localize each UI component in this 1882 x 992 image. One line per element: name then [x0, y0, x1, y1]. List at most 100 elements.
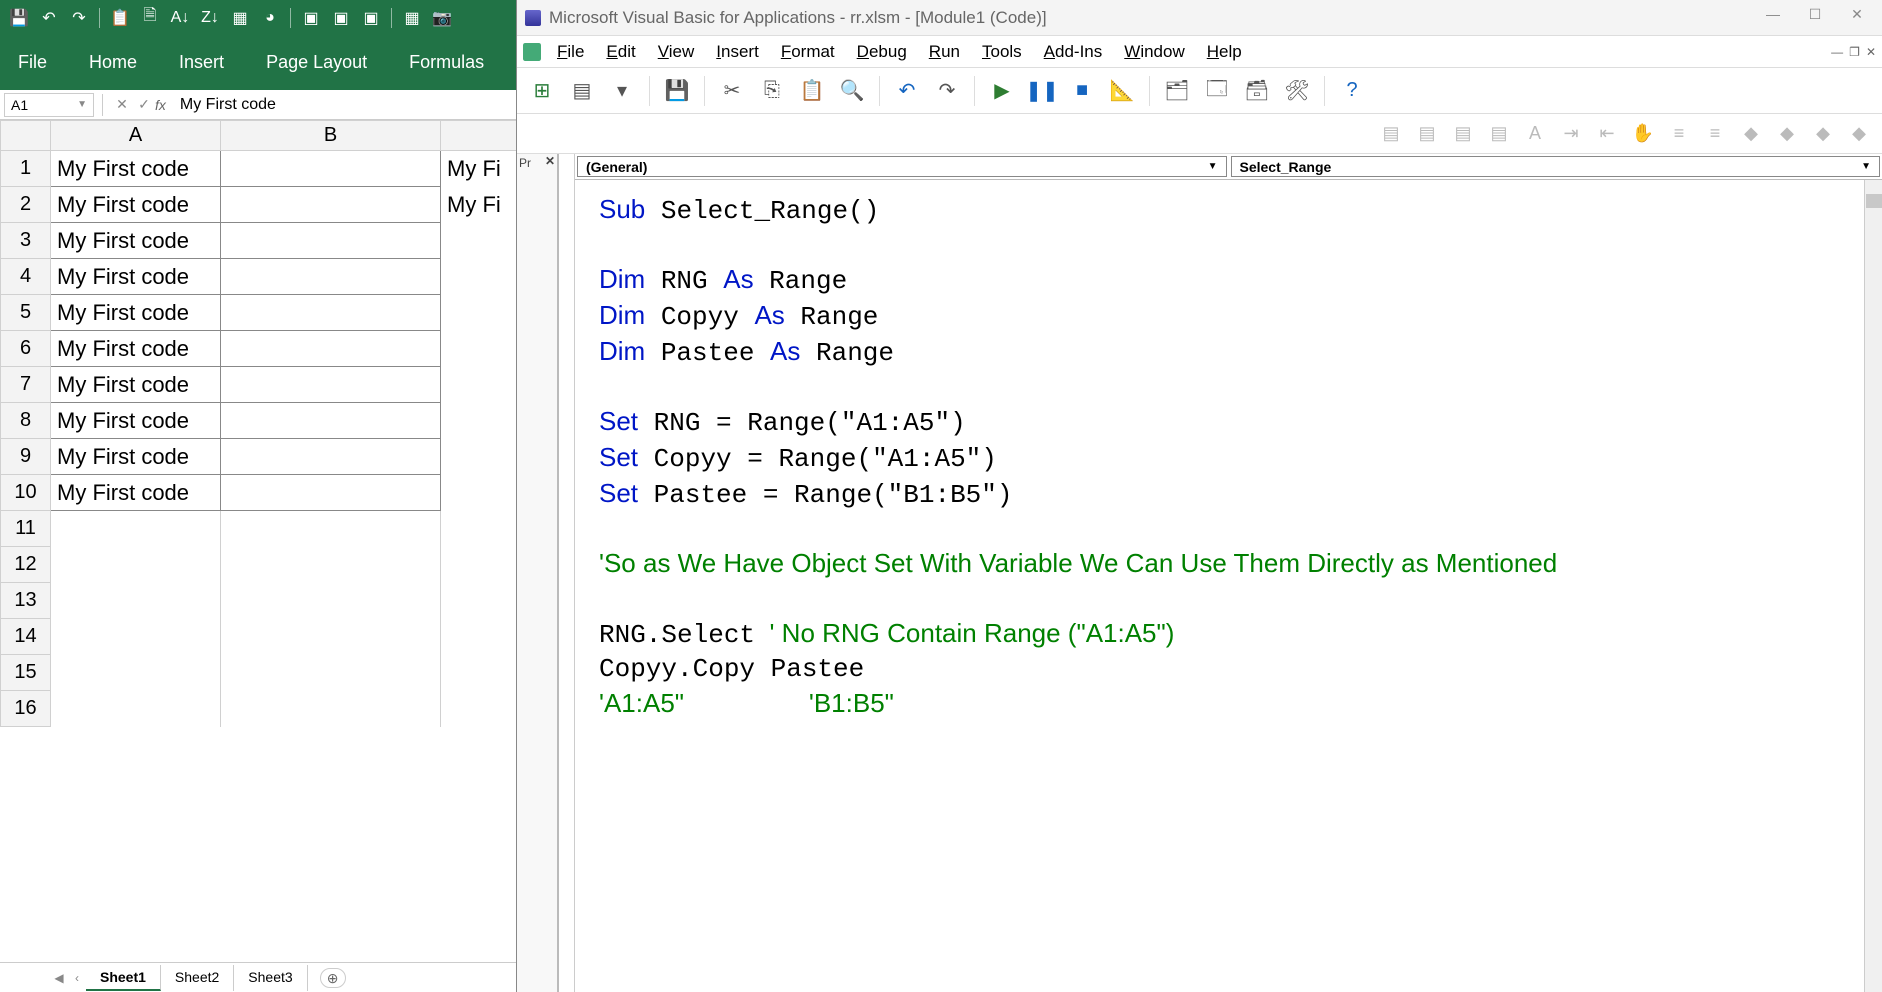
quick-info-icon[interactable]: ▤: [1448, 119, 1478, 149]
save-icon[interactable]: 💾: [660, 74, 694, 108]
cell[interactable]: [221, 547, 441, 583]
project-explorer-icon[interactable]: 🗂: [1160, 74, 1194, 108]
cell[interactable]: [221, 295, 441, 331]
row-header[interactable]: 7: [1, 367, 51, 403]
macro-security-icon[interactable]: ▣: [358, 5, 384, 31]
row-header[interactable]: 5: [1, 295, 51, 331]
menu-help[interactable]: Help: [1197, 38, 1252, 66]
cell[interactable]: My First code: [51, 367, 221, 403]
row-header[interactable]: 8: [1, 403, 51, 439]
next-bookmark-icon[interactable]: ◆: [1772, 119, 1802, 149]
cell[interactable]: [221, 475, 441, 511]
indent-icon[interactable]: ⇥: [1556, 119, 1586, 149]
cancel-icon[interactable]: ✕: [111, 96, 133, 113]
properties-icon[interactable]: 🗔: [1200, 74, 1234, 108]
chevron-down-icon[interactable]: ▼: [77, 99, 87, 110]
reset-icon[interactable]: ■: [1065, 74, 1099, 108]
cell[interactable]: [221, 187, 441, 223]
bookmark-icon[interactable]: ◆: [1736, 119, 1766, 149]
cell[interactable]: [221, 331, 441, 367]
find-icon[interactable]: 🔍: [835, 74, 869, 108]
clipboard-icon[interactable]: 📋: [107, 5, 133, 31]
row-header[interactable]: 12: [1, 547, 51, 583]
new-doc-icon[interactable]: 🗎: [137, 5, 163, 31]
cell[interactable]: [51, 511, 221, 547]
camera-icon[interactable]: 📷: [429, 5, 455, 31]
code-editor[interactable]: Sub Select_Range() Dim RNG As Range Dim …: [575, 180, 1882, 992]
fx-icon[interactable]: fx: [155, 97, 166, 113]
insert-module-icon[interactable]: ▤: [565, 74, 599, 108]
ribbon-tab-page-layout[interactable]: Page Layout: [258, 48, 375, 77]
prev-bookmark-icon[interactable]: ◆: [1808, 119, 1838, 149]
param-info-icon[interactable]: ▤: [1484, 119, 1514, 149]
breakpoint-icon[interactable]: ✋: [1628, 119, 1658, 149]
tab-prev-icon[interactable]: ‹: [68, 971, 86, 985]
sort-desc-icon[interactable]: Z↓: [197, 5, 223, 31]
row-header[interactable]: 11: [1, 511, 51, 547]
column-header-A[interactable]: A: [51, 121, 221, 151]
record-macro-icon[interactable]: ▣: [328, 5, 354, 31]
ribbon-tab-formulas[interactable]: Formulas: [401, 48, 492, 77]
cell[interactable]: [51, 547, 221, 583]
borders-icon[interactable]: ▦: [399, 5, 425, 31]
chevron-down-icon[interactable]: ▼: [1861, 161, 1871, 172]
row-header[interactable]: 10: [1, 475, 51, 511]
undo-icon[interactable]: ↶: [36, 5, 62, 31]
comment-block-icon[interactable]: ≡: [1664, 119, 1694, 149]
menu-add-ins[interactable]: Add-Ins: [1034, 38, 1113, 66]
mdi-close-icon[interactable]: ✕: [1866, 45, 1876, 59]
form-icon[interactable]: ▦: [227, 5, 253, 31]
sheet-tab-sheet2[interactable]: Sheet2: [161, 965, 234, 991]
vertical-scrollbar[interactable]: [1864, 180, 1882, 992]
chart-icon[interactable]: ◕: [257, 5, 283, 31]
row-header[interactable]: 16: [1, 691, 51, 727]
clear-bookmarks-icon[interactable]: ◆: [1844, 119, 1874, 149]
view-excel-icon[interactable]: ⊞: [525, 74, 559, 108]
dropdown-icon[interactable]: ▾: [605, 74, 639, 108]
procedure-dropdown[interactable]: Select_Range ▼: [1231, 156, 1881, 177]
cell[interactable]: My First code: [51, 223, 221, 259]
cell[interactable]: My First code: [51, 187, 221, 223]
cell[interactable]: [221, 691, 441, 727]
redo-icon[interactable]: ↷: [930, 74, 964, 108]
copy-icon[interactable]: ⎘: [755, 74, 789, 108]
object-dropdown[interactable]: (General) ▼: [577, 156, 1227, 177]
cell[interactable]: [221, 223, 441, 259]
design-mode-icon[interactable]: 📐: [1105, 74, 1139, 108]
undo-icon[interactable]: ↶: [890, 74, 924, 108]
tab-first-icon[interactable]: ◀: [50, 971, 68, 985]
outdent-icon[interactable]: ⇤: [1592, 119, 1622, 149]
cell[interactable]: My First code: [51, 259, 221, 295]
close-button[interactable]: ✕: [1840, 6, 1874, 30]
menu-view[interactable]: View: [648, 38, 705, 66]
menu-tools[interactable]: Tools: [972, 38, 1032, 66]
name-box[interactable]: A1 ▼: [4, 93, 94, 117]
redo-icon[interactable]: ↷: [66, 5, 92, 31]
row-header[interactable]: 14: [1, 619, 51, 655]
menu-edit[interactable]: Edit: [596, 38, 645, 66]
row-header[interactable]: 6: [1, 331, 51, 367]
project-explorer-pane[interactable]: Pr ✕: [517, 154, 559, 992]
list-const-icon[interactable]: ▤: [1412, 119, 1442, 149]
minimize-button[interactable]: —: [1756, 6, 1790, 30]
save-icon[interactable]: 💾: [6, 5, 32, 31]
select-all-corner[interactable]: [1, 121, 51, 151]
cell[interactable]: [221, 619, 441, 655]
formula-bar-input[interactable]: My First code: [180, 96, 276, 114]
list-props-icon[interactable]: ▤: [1376, 119, 1406, 149]
help-icon[interactable]: ?: [1335, 74, 1369, 108]
uncomment-block-icon[interactable]: ≡: [1700, 119, 1730, 149]
column-header-B[interactable]: B: [221, 121, 441, 151]
cell[interactable]: [221, 439, 441, 475]
cell[interactable]: [221, 259, 441, 295]
menu-format[interactable]: Format: [771, 38, 845, 66]
row-header[interactable]: 9: [1, 439, 51, 475]
cell[interactable]: My First code: [51, 475, 221, 511]
menu-run[interactable]: Run: [919, 38, 970, 66]
vba-titlebar[interactable]: Microsoft Visual Basic for Applications …: [517, 0, 1882, 36]
cell[interactable]: [221, 403, 441, 439]
chevron-down-icon[interactable]: ▼: [1208, 161, 1218, 172]
row-header[interactable]: 3: [1, 223, 51, 259]
cell[interactable]: My First code: [51, 331, 221, 367]
row-header[interactable]: 13: [1, 583, 51, 619]
